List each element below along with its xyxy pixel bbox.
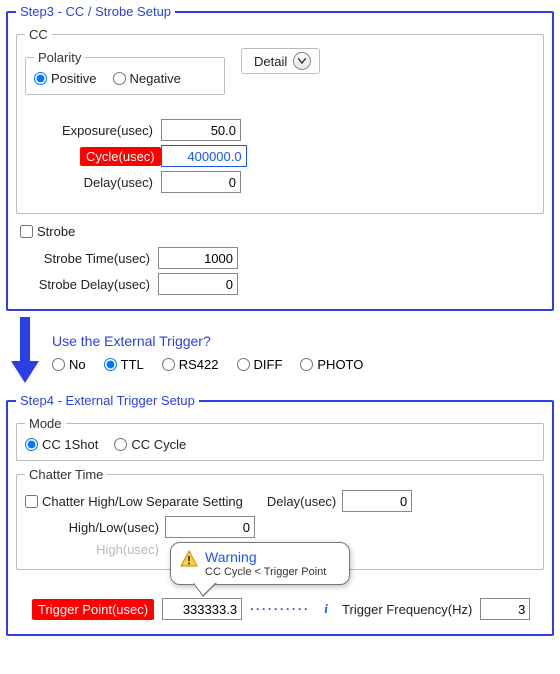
tooltip-title: Warning bbox=[205, 549, 339, 565]
cc-title: CC bbox=[25, 27, 52, 42]
step3-group: Step3 - CC / Strobe Setup CC Polarity Po… bbox=[6, 4, 554, 311]
ext-opt-photo-radio[interactable] bbox=[300, 358, 313, 371]
ext-opt-rs422-radio[interactable] bbox=[162, 358, 175, 371]
chatter-separate-checkbox[interactable]: Chatter High/Low Separate Setting bbox=[25, 494, 243, 509]
cycle-label: Cycle(usec) bbox=[80, 147, 161, 166]
strobe-delay-input[interactable] bbox=[158, 273, 238, 295]
detail-expander[interactable]: Detail bbox=[241, 48, 320, 74]
mode-cccycle-label: CC Cycle bbox=[131, 437, 186, 452]
mode-group: Mode CC 1Shot CC Cycle bbox=[16, 416, 544, 461]
step4-title: Step4 - External Trigger Setup bbox=[16, 393, 199, 408]
chatter-delay-label: Delay(usec) bbox=[267, 494, 336, 509]
link-dots: ·········· bbox=[250, 602, 310, 616]
warning-tooltip: Warning CC Cycle < Trigger Point bbox=[170, 542, 350, 585]
ext-opt-rs422-label: RS422 bbox=[179, 357, 219, 372]
ext-opt-ttl[interactable]: TTL bbox=[104, 357, 144, 372]
ext-opt-no-radio[interactable] bbox=[52, 358, 65, 371]
polarity-negative[interactable]: Negative bbox=[113, 71, 181, 86]
ext-opt-diff-label: DIFF bbox=[254, 357, 283, 372]
chatter-highlow-label: High/Low(usec) bbox=[55, 520, 165, 535]
exposure-label: Exposure(usec) bbox=[31, 123, 161, 138]
chatter-separate-checkbox-input[interactable] bbox=[25, 495, 38, 508]
polarity-group: Polarity Positive Negative bbox=[25, 50, 225, 95]
chatter-delay-input[interactable] bbox=[342, 490, 412, 512]
ext-opt-photo-label: PHOTO bbox=[317, 357, 363, 372]
arrow-down-icon bbox=[8, 317, 42, 387]
delay-input[interactable] bbox=[161, 171, 241, 193]
chatter-highlow-input[interactable] bbox=[165, 516, 255, 538]
tooltip-message: CC Cycle < Trigger Point bbox=[205, 566, 339, 578]
exposure-input[interactable] bbox=[161, 119, 241, 141]
mode-cc1shot-label: CC 1Shot bbox=[42, 437, 98, 452]
polarity-positive[interactable]: Positive bbox=[34, 71, 97, 86]
strobe-time-input[interactable] bbox=[158, 247, 238, 269]
polarity-negative-radio[interactable] bbox=[113, 72, 126, 85]
ext-opt-diff-radio[interactable] bbox=[237, 358, 250, 371]
ext-opt-photo[interactable]: PHOTO bbox=[300, 357, 363, 372]
polarity-positive-label: Positive bbox=[51, 71, 97, 86]
polarity-positive-radio[interactable] bbox=[34, 72, 47, 85]
ext-opt-ttl-label: TTL bbox=[121, 357, 144, 372]
external-trigger-question: Use the External Trigger? No TTL RS422 D… bbox=[8, 317, 552, 387]
chatter-separate-label: Chatter High/Low Separate Setting bbox=[42, 494, 243, 509]
trigger-row: Warning CC Cycle < Trigger Point Trigger… bbox=[32, 598, 544, 620]
ext-opt-diff[interactable]: DIFF bbox=[237, 357, 283, 372]
chatter-title: Chatter Time bbox=[25, 467, 107, 482]
mode-cccycle-radio[interactable] bbox=[114, 438, 127, 451]
polarity-negative-label: Negative bbox=[130, 71, 181, 86]
trigger-point-input[interactable] bbox=[162, 598, 242, 620]
chevron-down-icon[interactable] bbox=[293, 52, 311, 70]
trigger-freq-input[interactable] bbox=[480, 598, 530, 620]
ext-opt-rs422[interactable]: RS422 bbox=[162, 357, 219, 372]
mode-title: Mode bbox=[25, 416, 66, 431]
step3-title: Step3 - CC / Strobe Setup bbox=[16, 4, 175, 19]
step4-group: Step4 - External Trigger Setup Mode CC 1… bbox=[6, 393, 554, 636]
strobe-checkbox-input[interactable] bbox=[20, 225, 33, 238]
info-icon: i bbox=[318, 601, 334, 617]
polarity-title: Polarity bbox=[34, 50, 85, 65]
cycle-input[interactable] bbox=[161, 145, 247, 167]
strobe-checkbox[interactable]: Strobe bbox=[20, 224, 75, 239]
strobe-delay-label: Strobe Delay(usec) bbox=[18, 277, 158, 292]
strobe-time-label: Strobe Time(usec) bbox=[18, 251, 158, 266]
strobe-checkbox-label: Strobe bbox=[37, 224, 75, 239]
mode-cccycle[interactable]: CC Cycle bbox=[114, 437, 186, 452]
trigger-freq-label: Trigger Frequency(Hz) bbox=[342, 602, 472, 617]
delay-label: Delay(usec) bbox=[31, 175, 161, 190]
ext-opt-no-label: No bbox=[69, 357, 86, 372]
ext-trigger-question-text: Use the External Trigger? bbox=[52, 333, 363, 349]
ext-opt-ttl-radio[interactable] bbox=[104, 358, 117, 371]
cc-group: CC Polarity Positive Negative Detail bbox=[16, 27, 544, 214]
trigger-point-label: Trigger Point(usec) bbox=[32, 599, 154, 620]
ext-opt-no[interactable]: No bbox=[52, 357, 86, 372]
mode-cc1shot-radio[interactable] bbox=[25, 438, 38, 451]
chatter-high-disabled-label: High(usec) bbox=[55, 542, 165, 557]
detail-label: Detail bbox=[254, 54, 287, 69]
warning-icon bbox=[179, 549, 199, 569]
mode-cc1shot[interactable]: CC 1Shot bbox=[25, 437, 98, 452]
